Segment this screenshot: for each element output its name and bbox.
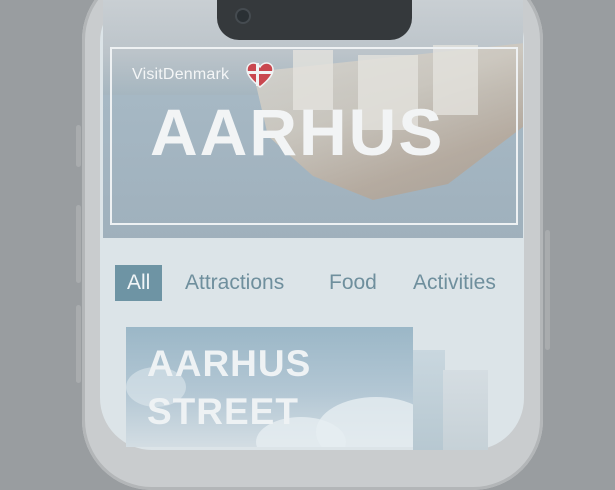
power-button [545, 230, 550, 350]
card-title-line: STREET [147, 391, 299, 432]
tab-food[interactable]: Food [329, 265, 377, 301]
hero-title: AARHUS [150, 95, 445, 169]
tab-all[interactable]: All [115, 265, 163, 301]
card-title-line: AARHUS [147, 343, 312, 384]
next-card-image[interactable] [413, 350, 445, 450]
camera-icon [237, 10, 249, 22]
volume-down-button [76, 305, 81, 383]
featured-card-title: AARHUS STREET [147, 340, 397, 436]
tab-activities[interactable]: Activities [413, 265, 496, 301]
tab-attractions[interactable]: Attractions [185, 265, 284, 301]
mute-switch [76, 125, 81, 167]
next-card-image[interactable] [443, 370, 488, 450]
heart-flag-icon [246, 62, 274, 88]
volume-up-button [76, 205, 81, 283]
brand-logo-text: VisitDenmark [132, 66, 230, 83]
